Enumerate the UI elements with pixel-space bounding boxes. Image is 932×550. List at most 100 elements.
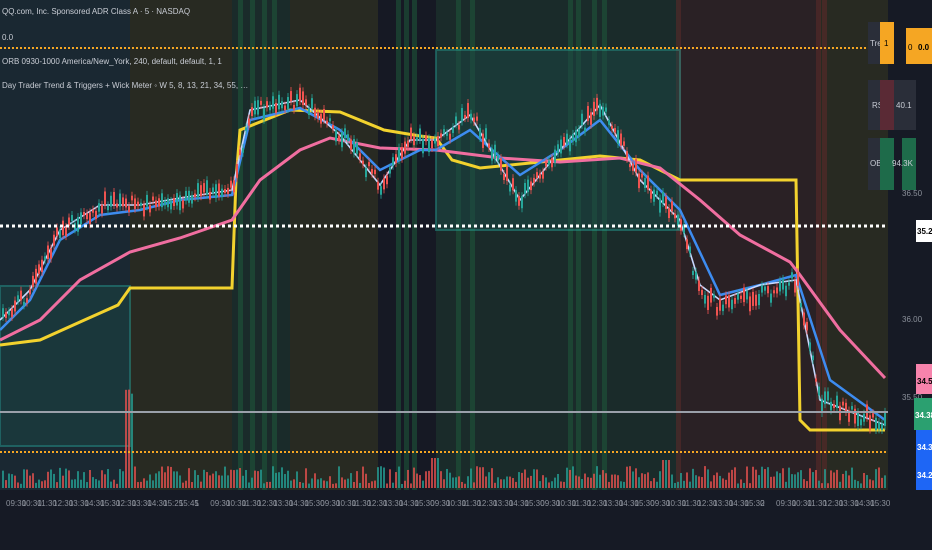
volume-bar [590,477,592,488]
volume-bar [44,480,46,488]
candle-body [425,135,427,142]
volume-bar [698,476,700,488]
volume-bar [281,467,283,488]
candle-body [275,102,277,113]
candle-body [134,198,136,209]
volume-bar [260,469,262,488]
candle-body [494,144,496,160]
volume-bar [20,483,22,488]
candle-body [692,270,694,276]
candle-body [188,190,190,203]
volume-bar [572,466,574,488]
volume-bar [305,468,307,488]
rsi-red-cell [880,80,894,130]
volume-bar [557,473,559,488]
candle-body [554,149,556,163]
candle-body [491,148,493,161]
volume-bar [815,470,817,488]
candle-body [452,127,454,134]
volume-bar [839,481,841,488]
candle-body [356,142,358,154]
volume-bar [488,472,490,488]
candle-body [146,194,148,207]
time-tick-label: 1 [195,499,200,508]
volume-bar [149,474,151,488]
candle-body [398,147,400,161]
volume-bar [824,469,826,488]
volume-bar [35,482,37,488]
candle-body [608,120,610,125]
volume-bar [239,468,241,488]
volume-bar [407,469,409,488]
volume-bar [125,389,127,488]
volume-bar [26,469,28,488]
candle-body [158,198,160,207]
candle-body [509,184,511,192]
candle-body [407,140,409,148]
candle-body [467,103,469,119]
volume-bar [671,474,673,488]
volume-bar [821,483,823,488]
volume-bar [386,483,388,488]
candle-body [533,177,535,183]
volume-bar [551,481,553,488]
volume-bar [248,482,250,488]
volume-bar [677,481,679,488]
volume-bar [398,466,400,488]
candle-body [173,198,175,207]
volume-bar [137,482,139,488]
candle-body [365,167,367,178]
volume-bar [254,470,256,488]
legend-symbol[interactable]: QQ.com, Inc. Sponsored ADR Class A · 5 ·… [2,6,252,18]
candle-body [794,280,796,293]
volume-bar [797,472,799,488]
volume-bar [596,466,598,488]
volume-bar [791,474,793,488]
legend-trend-indicator[interactable]: Day Trader Trend & Triggers + Wick Meter… [2,80,252,92]
candle-body [23,301,25,306]
volume-bar [545,477,547,488]
candle-body [521,196,523,209]
candle-body [458,124,460,130]
volume-bar [431,458,433,488]
candle-body [299,87,301,102]
candle-body [242,148,244,153]
candle-body [152,196,154,201]
volume-bar [308,483,310,488]
chart-legend: QQ.com, Inc. Sponsored ADR Class A · 5 ·… [2,6,252,92]
volume-bar [143,478,145,488]
volume-bar [365,473,367,488]
volume-bar [185,480,187,488]
candle-body [806,321,808,331]
candle-body [767,286,769,294]
legend-orb-indicator[interactable]: ORB 0930-1000 America/New_York, 240, def… [2,56,252,68]
candle-body [125,198,127,208]
candle-body [737,293,739,300]
volume-bar [638,477,640,488]
candle-body [281,101,283,109]
badge-ema-mid-text: 34.30 [917,443,932,452]
volume-bar [506,476,508,488]
candle-body [707,295,709,311]
badge-ema-mid-2-text: 34.24 [917,471,932,480]
volume-bar [470,468,472,488]
candle-body [86,213,88,220]
candle-body [245,127,247,131]
candle-body [860,419,862,426]
volume-bar [332,483,334,488]
volume-bar [50,469,52,488]
legend-price: 0.0 [2,33,14,42]
chart-root[interactable]: 36.50 36.00 35.50 35.20 0.0 34.50 34.38 … [0,0,932,550]
volume-bar [68,470,70,488]
volume-bar [767,467,769,488]
candle-body [308,107,310,115]
volume-bar [560,481,562,488]
candle-body [92,209,94,213]
candle-body [230,180,232,188]
volume-bar [209,475,211,488]
candle-body [206,180,208,195]
candle-body [734,298,736,304]
candle-body [515,190,517,202]
volume-bar [65,468,67,488]
candle-body [2,308,4,318]
